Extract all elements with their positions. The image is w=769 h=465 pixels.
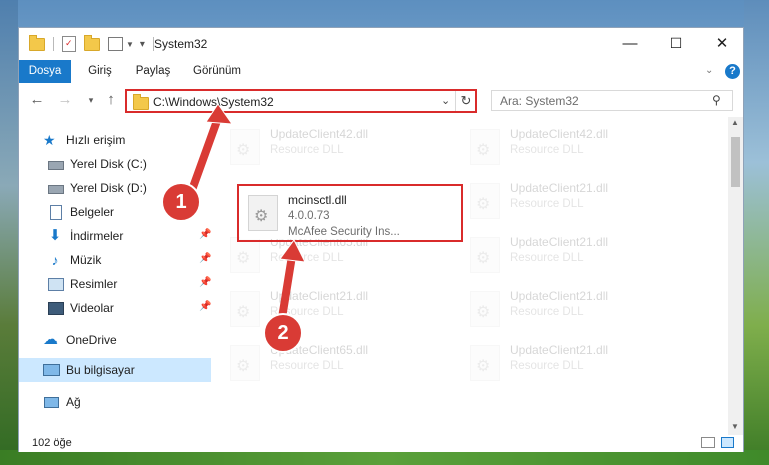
arrow-1-shaft (188, 114, 222, 194)
annotation-arrows (188, 103, 306, 322)
callout-2: 2 (263, 313, 303, 353)
callout-1: 1 (161, 182, 201, 222)
arrow-1-head (205, 103, 234, 125)
arrow-2-head (279, 239, 306, 263)
arrow-2-shaft (278, 252, 296, 322)
